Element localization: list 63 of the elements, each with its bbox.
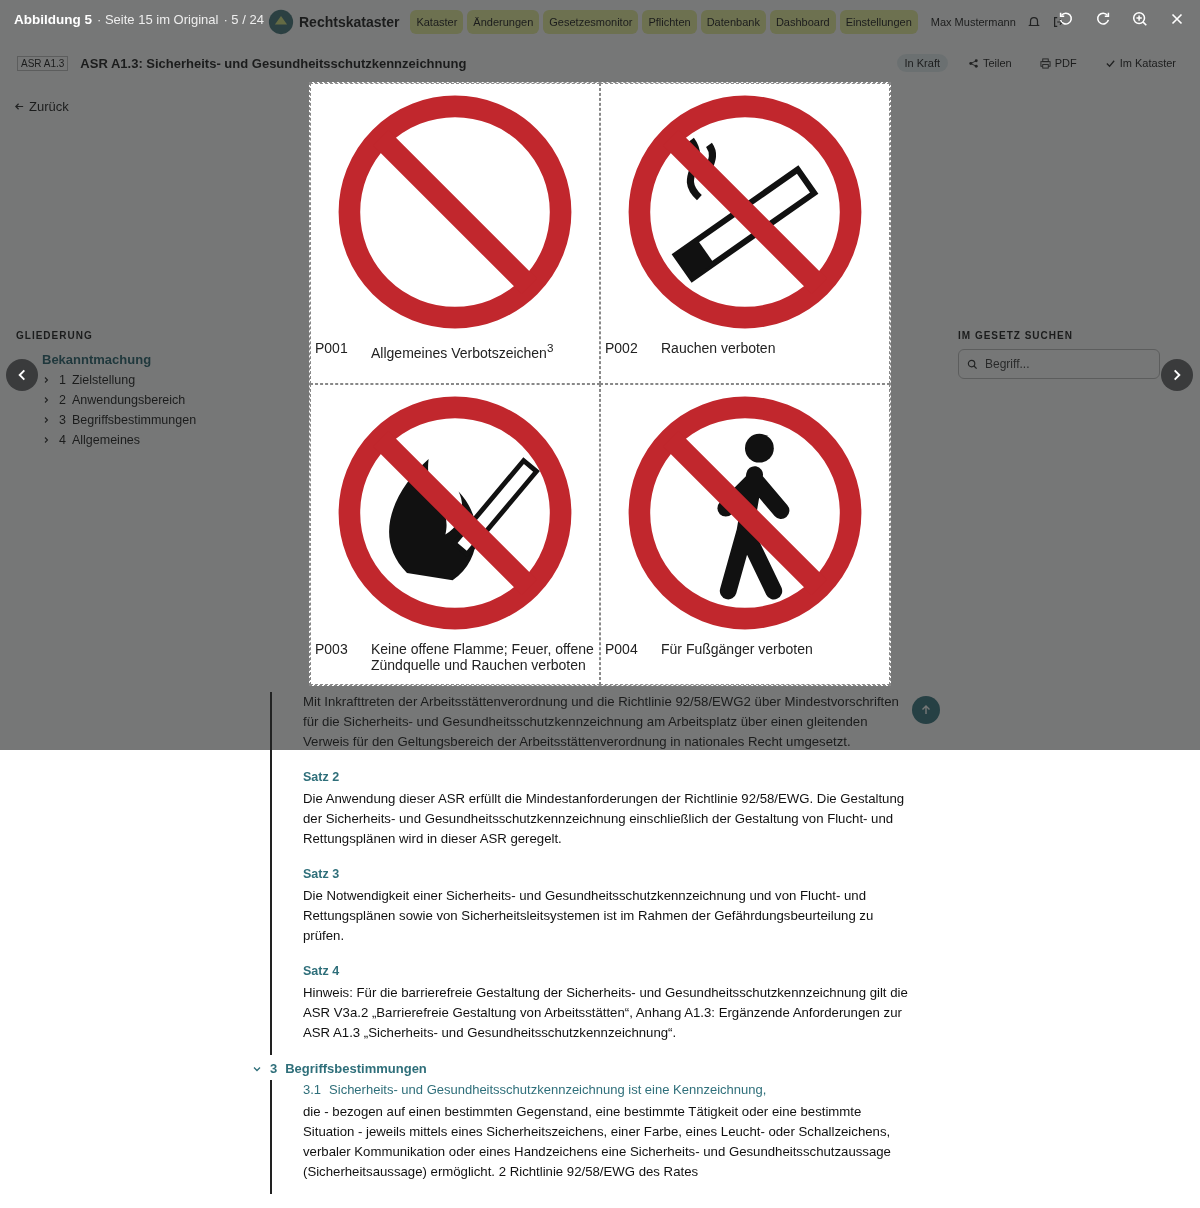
outline-item[interactable]: Bekanntmachung [42, 349, 152, 370]
rotate-right-icon[interactable] [1094, 10, 1112, 28]
user-name[interactable]: Max Mustermann [930, 16, 1016, 28]
scroll-top-button[interactable] [912, 696, 940, 724]
chevron-icon [42, 376, 50, 384]
sign-caption: Für Fußgänger verboten [661, 641, 814, 657]
sign-caption: Rauchen verboten [661, 340, 777, 356]
document-code: ASR A1.3 [17, 55, 69, 71]
nav-tab[interactable]: Einstellungen [839, 10, 918, 34]
document-title: ASR A1.3: Sicherheits- und Gesundheitsschutzkennzeichnung [80, 55, 468, 71]
page-note: · Seite 15 im Original [97, 11, 219, 27]
outline-heading: GLIEDERUNG [16, 330, 94, 341]
share-button[interactable]: Teilen [960, 55, 1020, 71]
body-paragraph: Hinweis: Für die barrierefreie Gestaltung der Sicherheits- und Gesundheitsschutzkennzeichnung gilt die ASR V3a.2 „Barrierefreie Gestaltung von Arbeitsstätten“, Anhang A1.3: Ergänzende Anforderungen zur ASR A1.3 „Sicherheits- und Gesundheitsschutzkennzeichnung“. [303, 984, 909, 1042]
definition-heading: 3.1 Sicherheits- und Gesundheitsschutzkennzeichnung ist eine Kennzeichnung, [303, 1081, 768, 1099]
outline-item[interactable]: 4 Allgemeines [42, 430, 141, 450]
outline-item[interactable]: 3 Begriffsbestimmungen [42, 410, 197, 430]
nav-tab[interactable]: Änderungen [467, 10, 540, 34]
sign-code: P004 [605, 641, 639, 657]
nav-tab[interactable]: Datenbank [700, 10, 766, 34]
zoom-in-icon[interactable] [1131, 10, 1149, 28]
logout-icon[interactable] [1051, 15, 1066, 29]
printer-icon [1039, 57, 1051, 69]
status-badge: In Kraft [896, 54, 948, 72]
sign-code: P002 [605, 340, 639, 356]
figure-counter: · 5 / 24 [223, 11, 264, 27]
section-heading[interactable]: 3 Begriffsbestimmungen [250, 1055, 427, 1080]
rotate-left-icon[interactable] [1057, 10, 1075, 28]
body-paragraph: Die Anwendung dieser ASR erfüllt die Mindestanforderungen der Richtlinie 92/58/EWG. Die Gestaltung der Sicherheits- und Gesundheitsschutzkennzeichnung einschließlich der Gestaltung von Flucht- und Rettungsplänen wird in dieser ASR geregelt. [303, 790, 906, 848]
chevron-icon [42, 416, 50, 424]
chevron-icon [42, 436, 50, 444]
nav-tab[interactable]: Kataster [410, 10, 464, 34]
print-button[interactable]: PDF [1031, 55, 1085, 71]
sign-caption: Allgemeines Verbotszeichen$^{3}$ [371, 340, 555, 361]
clause-label: Satz 2 [303, 770, 341, 784]
nav-tab[interactable]: Dashboard [769, 10, 836, 34]
bell-icon[interactable] [1026, 15, 1041, 29]
sign-code: P003 [315, 641, 349, 659]
arrow-left-icon [14, 101, 25, 112]
sign-code: P001 [315, 340, 349, 358]
brand-name: Rechtskataster [299, 14, 400, 30]
outline-item[interactable]: 1 Zielstellung [42, 370, 136, 390]
nav-tab[interactable]: Gesetzesmonitor [543, 10, 639, 34]
chevron-icon [42, 396, 50, 404]
check-button[interactable]: Im Kataster [1096, 55, 1184, 71]
body-paragraph: Mit Inkrafttreten der Arbeitsstättenverordnung und die Richtlinie 92/58/EWG2 über Mindestvorschriften für die Sicherheits- und Gesundheitsschutzkennzeichnung am Arbeitsplatz über einen gleitenden Verweis für den Geltungsbereich der Arbeitsstättenverordnung in nationales Recht umgesetzt. [303, 693, 900, 751]
next-button[interactable] [1161, 359, 1193, 391]
clause-label: Satz 3 [303, 867, 341, 881]
search-heading: IM GESETZ SUCHEN [958, 330, 1074, 341]
back-link[interactable]: Zurück [14, 99, 69, 114]
body-paragraph: die - bezogen auf einen bestimmten Gegenstand, eine bestimmte Tätigkeit oder eine bestimmte Situation - jeweils mittels eines Sicherheitszeichens, einer Farbe, eines Leucht- oder Schallzeichens, verbaler Kommunikation oder eines Handzeichens eine Sicherheits- und Gesundheitsschutzaussage (Sicherheitsaussage) ermöglicht. 2 Richtlinie 92/58/EWG des Rates [303, 1103, 892, 1181]
share-icon [968, 57, 979, 69]
nav-tab[interactable]: Pflichten [642, 10, 697, 34]
figure-title: Abbildung 5 [14, 11, 92, 27]
arrow-up-icon [920, 704, 932, 716]
clause-label: Satz 4 [303, 964, 341, 978]
previous-button[interactable] [6, 359, 38, 391]
search-icon [967, 359, 978, 370]
sign-caption: Keine offene Flamme; Feuer, offene Zündquelle und Rauchen verboten [371, 641, 595, 673]
outline-item[interactable]: 2 Anwendungsbereich [42, 390, 186, 410]
logo-icon [268, 9, 294, 35]
body-paragraph: Die Notwendigkeit einer Sicherheits- und Gesundheitsschutzkennzeichnung und von Flucht- und Rettungsplänen sowie von Sicherheitsleitsystemen ist im Rahmen der Gefährdungsbeurteilung zu prüfen. [303, 887, 875, 945]
search-field[interactable]: Begriff... [958, 349, 1160, 379]
